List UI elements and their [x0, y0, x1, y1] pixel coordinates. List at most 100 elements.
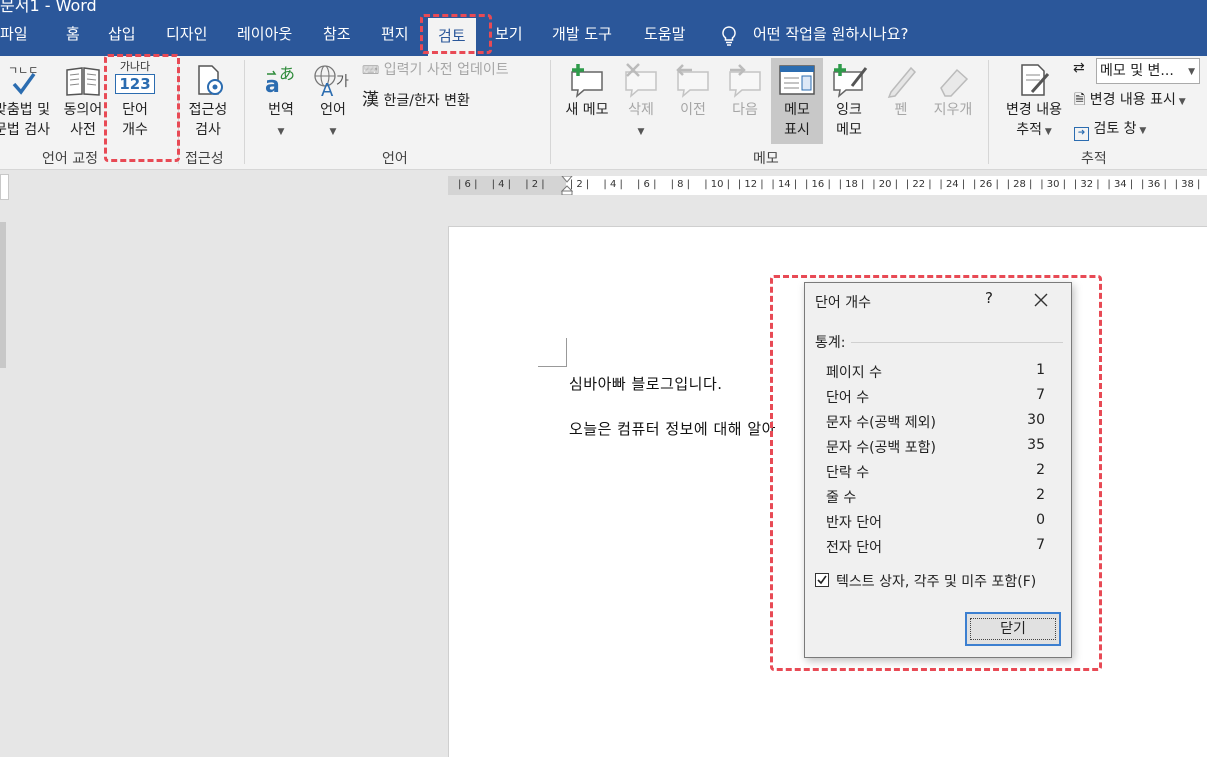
thesaurus-button[interactable]: 동의어 사전 [58, 62, 108, 140]
track-changes-dropdown-arrow: ▼ [1041, 127, 1052, 137]
stat-value-pages: 1 [1036, 362, 1045, 378]
word-count-label-top: 단어 [122, 102, 148, 118]
stat-label-lines: 줄 수 [826, 490, 857, 506]
tab-design[interactable]: 디자인 [166, 14, 207, 56]
tell-me-search[interactable]: 어떤 작업을 원하시나요? [753, 14, 909, 56]
crop-mark [538, 366, 567, 367]
statistics-divider [851, 342, 1063, 343]
ruler-tick-label: | 16 | [805, 179, 831, 190]
show-markup-label: 변경 내용 표시 [1089, 92, 1176, 108]
ruler-tick-label: | 6 | [637, 179, 657, 190]
stat-value-fullwidth-words: 7 [1036, 537, 1045, 553]
stat-label-chars-no-spaces: 문자 수(공백 제외) [826, 415, 936, 431]
track-changes-label-bottom: 추적 [1016, 122, 1042, 138]
stat-value-lines: 2 [1036, 487, 1045, 503]
group-separator [244, 60, 245, 164]
ruler-tick-label: | 26 | [973, 179, 999, 190]
hangul-hanja-convert-button[interactable]: 漢 한글/한자 변환 [362, 90, 470, 111]
pen-button[interactable]: 펜 [876, 62, 926, 120]
ink-comment-button[interactable]: 잉크 메모 [824, 62, 874, 140]
help-button[interactable]: ? [979, 289, 999, 311]
ruler-tick-label: | 18 | [838, 179, 865, 190]
pen-icon [887, 66, 917, 98]
close-button-label: 닫기 [970, 618, 1056, 640]
delete-comment-button[interactable]: 삭제 ▼ [616, 62, 666, 142]
eraser-icon [940, 68, 969, 97]
new-comment-label: 새 메모 [565, 102, 609, 118]
next-comment-button[interactable]: 다음 [720, 62, 770, 120]
include-textboxes-label[interactable]: 텍스트 상자, 각주 및 미주 포함(F) [836, 571, 1036, 591]
word-count-icon-top: 가나다 [119, 60, 151, 73]
accessibility-check-icon [198, 65, 223, 95]
checkmark-icon [817, 575, 827, 585]
tab-review[interactable]: 검토 [428, 18, 476, 56]
include-textboxes-checkbox[interactable] [815, 573, 829, 587]
track-changes-label-top: 변경 내용 [1006, 102, 1062, 118]
markup-select[interactable]: 메모 및 변... ▼ [1096, 58, 1200, 84]
ruler-tick-label: | 8 | [670, 179, 691, 190]
ribbon-tab-bar: 파일 홈 삽입 디자인 레이아웃 참조 편지 검토 보기 개발 도구 도움말 어… [0, 14, 1207, 56]
group-separator [988, 60, 989, 164]
translate-button[interactable]: a あ 번역 ▼ [256, 62, 306, 142]
group-label-comments: 메모 [753, 151, 779, 167]
show-comments-button[interactable]: 메모 표시 [772, 62, 822, 140]
eraser-button[interactable]: 지우개 [926, 62, 980, 120]
ruler-tab-selector[interactable] [0, 174, 9, 200]
tab-mailings[interactable]: 편지 [381, 14, 409, 56]
language-icon: A 가 [314, 65, 349, 98]
update-ime-label: 입력기 사전 업데이트 [383, 62, 509, 78]
tab-developer[interactable]: 개발 도구 [552, 14, 612, 56]
horizontal-ruler[interactable]: | 6 | | 4 | | 2 | | 2 | | 4 | | 6 | | 8 | | 10 … [448, 176, 1207, 195]
show-comments-icon [779, 65, 815, 95]
update-ime-dictionary-button[interactable]: ⌨ 입력기 사전 업데이트 [362, 60, 509, 80]
ruler-tick-label: | 2 | [569, 179, 590, 190]
stat-label-chars-with-spaces: 문자 수(공백 포함) [826, 440, 936, 456]
group-label-proofing: 언어 교정 [42, 151, 98, 167]
group-label-language: 언어 [382, 151, 408, 167]
accessibility-label-bottom: 검사 [195, 122, 221, 138]
document-paragraph[interactable]: 심바아빠 블로그입니다. [569, 373, 723, 394]
tab-home[interactable]: 홈 [66, 14, 80, 56]
ruler-tick-label: | 24 | [939, 179, 966, 190]
close-button[interactable]: 닫기 [965, 612, 1061, 646]
track-changes-button[interactable]: 변경 내용 추적 ▼ [998, 62, 1070, 142]
hanja-label: 한글/한자 변환 [383, 93, 470, 109]
new-comment-button[interactable]: 새 메모 [560, 62, 614, 120]
close-icon[interactable] [1031, 290, 1051, 310]
spelling-label-top: 맞춤법 및 [0, 102, 50, 118]
group-separator [178, 60, 179, 164]
ruler-tick-label: | 10 | [704, 179, 731, 190]
stat-value-halfwidth-words: 0 [1036, 512, 1045, 528]
language-label: 언어 [320, 102, 346, 118]
tab-view[interactable]: 보기 [495, 14, 523, 56]
delete-comment-icon [625, 63, 657, 98]
tab-file[interactable]: 파일 [0, 14, 28, 56]
word-count-dialog: 단어 개수 ? 통계: 페이지 수 1 단어 수 7 문자 수(공백 제외) 3… [804, 282, 1072, 658]
word-count-icon: 가나다 123 [115, 60, 155, 98]
stat-label-paragraphs: 단락 수 [826, 465, 870, 481]
show-markup-button[interactable]: 🗎 변경 내용 표시 ▼ [1074, 90, 1186, 112]
reviewing-pane-button[interactable]: ➜ 검토 창 ▼ [1074, 119, 1146, 141]
language-button[interactable]: A 가 언어 ▼ [308, 62, 358, 142]
tab-references[interactable]: 참조 [323, 14, 351, 56]
ink-comment-icon [833, 64, 868, 98]
delete-comment-label: 삭제 [628, 102, 654, 118]
hanja-icon: 漢 [362, 90, 379, 110]
pen-label: 펜 [894, 102, 908, 118]
ruler-tick-label: | 34 | [1107, 179, 1134, 190]
group-separator [550, 60, 551, 164]
accessibility-check-button[interactable]: 접근성 검사 [182, 62, 234, 140]
tab-insert[interactable]: 삽입 [108, 14, 136, 56]
spelling-grammar-button[interactable]: ㄱㄴㄷ 맞춤법 및 문법 검사 [0, 62, 54, 140]
ruler-tick-label: | 36 | [1141, 179, 1167, 190]
tab-layout[interactable]: 레이아웃 [237, 14, 292, 56]
reviewing-pane-label: 검토 창 [1093, 121, 1137, 137]
spelling-label-bottom: 문법 검사 [0, 122, 50, 138]
previous-comment-button[interactable]: 이전 [668, 62, 718, 120]
document-paragraph[interactable]: 오늘은 컴퓨터 정보에 대해 알아 [569, 418, 776, 439]
group-label-accessibility: 접근성 [185, 151, 224, 167]
stat-label-halfwidth-words: 반자 단어 [826, 515, 882, 531]
tab-help[interactable]: 도움말 [644, 14, 685, 56]
ruler-tick-label: | 38 | [1174, 179, 1201, 190]
word-count-button[interactable]: 가나다 123 단어 개수 [110, 60, 160, 140]
